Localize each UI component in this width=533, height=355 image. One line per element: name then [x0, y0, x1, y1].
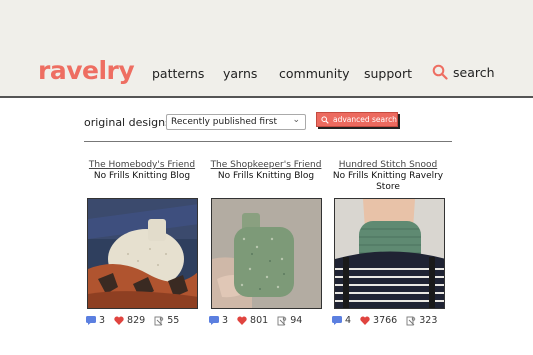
pattern-title-link[interactable]: The Shopkeeper's Friend — [208, 160, 324, 170]
comment-icon — [332, 316, 342, 325]
heart-icon — [114, 316, 124, 325]
pattern-card: Hundred Stitch Snood No Frills Knitting … — [330, 160, 446, 193]
advanced-search-button[interactable]: advanced search — [316, 112, 398, 127]
comment-count: 3 — [99, 315, 106, 326]
projects-icon — [277, 316, 287, 325]
top-nav-bar: ravelry patterns yarns community support… — [0, 0, 533, 98]
heart-icon — [360, 316, 370, 325]
pattern-card: The Homebody's Friend No Frills Knitting… — [84, 160, 200, 182]
pattern-author: No Frills Knitting Blog — [93, 171, 191, 181]
snood-photo — [335, 199, 444, 308]
hot-water-bottle-photo — [212, 199, 321, 308]
comment-icon — [209, 316, 219, 325]
hot-water-bottle-photo — [88, 199, 197, 308]
favorite-count: 829 — [127, 315, 146, 326]
advanced-search-label: advanced search — [333, 115, 397, 124]
search-link[interactable]: search — [432, 64, 495, 80]
nav-patterns[interactable]: patterns — [152, 66, 204, 81]
pattern-photo[interactable] — [87, 198, 198, 309]
project-count: 323 — [419, 315, 438, 326]
heart-icon — [237, 316, 247, 325]
search-icon — [321, 115, 329, 124]
project-count: 94 — [290, 315, 303, 326]
comment-count: 3 — [222, 315, 229, 326]
projects-icon — [406, 316, 416, 325]
pattern-author: No Frills Knitting Blog — [217, 171, 315, 181]
comment-icon — [86, 316, 96, 325]
pattern-author: No Frills Knitting Ravelry Store — [332, 171, 444, 192]
projects-icon — [154, 316, 164, 325]
filter-row: original designs Recently published firs… — [84, 112, 452, 142]
nav-yarns[interactable]: yarns — [223, 66, 257, 81]
sort-selected-value: Recently published first — [171, 117, 278, 127]
project-count: 55 — [167, 315, 180, 326]
sort-select[interactable]: Recently published first ⌄ — [166, 114, 306, 130]
nav-support[interactable]: support — [364, 66, 412, 81]
pattern-stats: 3 829 55 — [86, 315, 188, 326]
chevron-down-icon: ⌄ — [292, 115, 300, 125]
pattern-photo[interactable] — [334, 198, 445, 309]
favorite-count: 3766 — [373, 315, 398, 326]
pattern-photo[interactable] — [211, 198, 322, 309]
pattern-stats: 3 801 94 — [209, 315, 311, 326]
search-label: search — [453, 64, 495, 80]
pattern-title-link[interactable]: Hundred Stitch Snood — [330, 160, 446, 170]
comment-count: 4 — [345, 315, 352, 326]
filter-label: original designs — [84, 116, 171, 129]
nav-community[interactable]: community — [279, 66, 350, 81]
search-icon — [432, 64, 448, 80]
pattern-stats: 4 3766 323 — [332, 315, 446, 326]
favorite-count: 801 — [250, 315, 269, 326]
pattern-card: The Shopkeeper's Friend No Frills Knitti… — [208, 160, 324, 182]
ravelry-logo[interactable]: ravelry — [38, 56, 135, 85]
pattern-title-link[interactable]: The Homebody's Friend — [84, 160, 200, 170]
